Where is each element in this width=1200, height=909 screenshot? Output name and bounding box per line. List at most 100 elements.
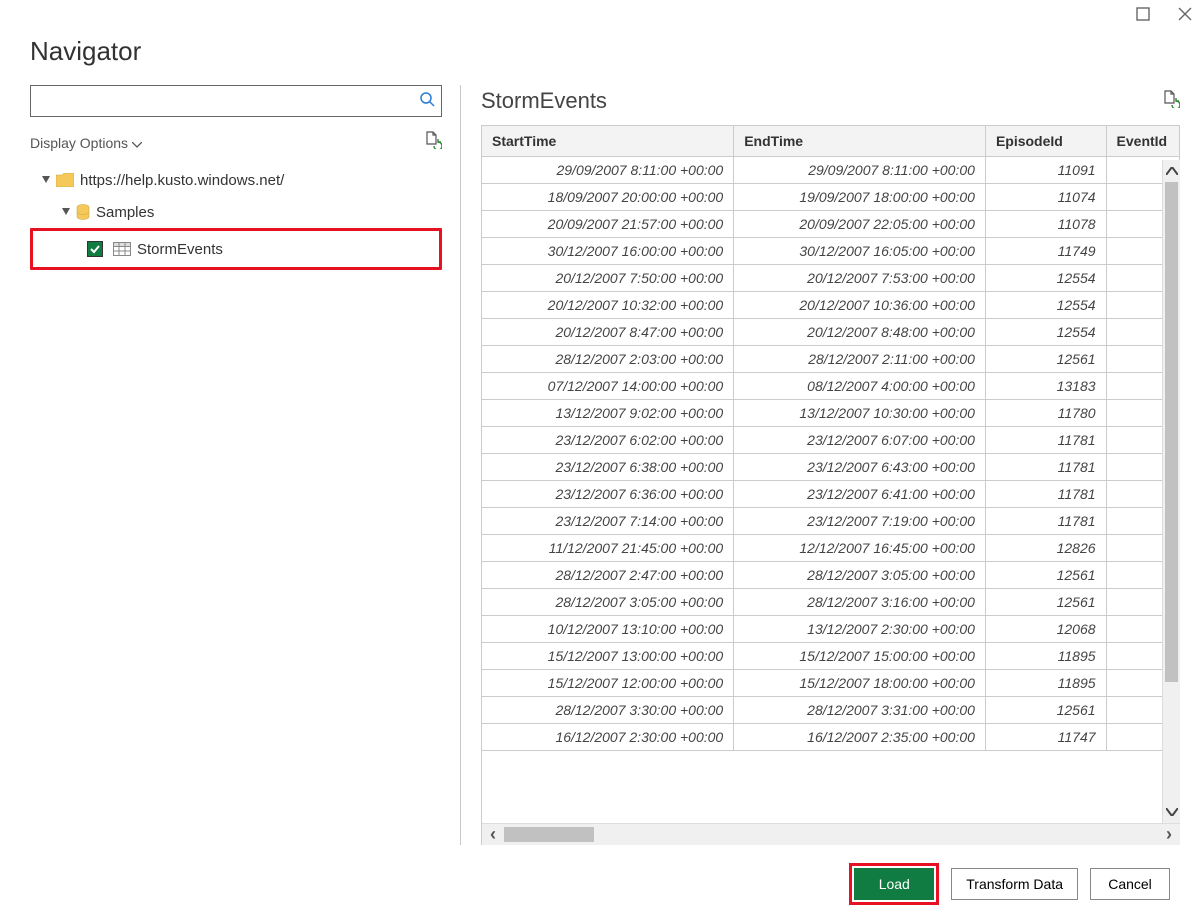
left-pane: Display Options bbox=[0, 85, 460, 845]
table-cell: 08/12/2007 4:00:00 +00:00 bbox=[734, 373, 986, 400]
scroll-track[interactable] bbox=[1163, 182, 1180, 801]
table-row[interactable]: 29/09/2007 8:11:00 +00:0029/09/2007 8:11… bbox=[482, 157, 1180, 184]
table-row[interactable]: 20/12/2007 7:50:00 +00:0020/12/2007 7:53… bbox=[482, 265, 1180, 292]
table-cell: 15/12/2007 18:00:00 +00:00 bbox=[734, 670, 986, 697]
table-cell: 20/12/2007 10:32:00 +00:00 bbox=[482, 292, 734, 319]
refresh-icon[interactable] bbox=[424, 131, 442, 154]
table-cell: 30/12/2007 16:00:00 +00:00 bbox=[482, 238, 734, 265]
table-cell: 11781 bbox=[985, 508, 1106, 535]
scroll-track[interactable] bbox=[504, 824, 1158, 845]
preview-title: StormEvents bbox=[481, 88, 607, 114]
table-cell: 23/12/2007 7:19:00 +00:00 bbox=[734, 508, 986, 535]
table-row[interactable]: 23/12/2007 6:02:00 +00:0023/12/2007 6:07… bbox=[482, 427, 1180, 454]
vertical-scrollbar[interactable] bbox=[1162, 160, 1180, 823]
table-row[interactable]: 30/12/2007 16:00:00 +00:0030/12/2007 16:… bbox=[482, 238, 1180, 265]
table-cell: 11781 bbox=[985, 427, 1106, 454]
table-cell: 20/12/2007 8:47:00 +00:00 bbox=[482, 319, 734, 346]
preview-table: StartTimeEndTimeEpisodeIdEventId 29/09/2… bbox=[481, 125, 1180, 845]
table-cell: 18/09/2007 20:00:00 +00:00 bbox=[482, 184, 734, 211]
scroll-down-icon[interactable] bbox=[1163, 801, 1180, 823]
footer: Load Transform Data Cancel bbox=[0, 845, 1200, 905]
table-cell: 13/12/2007 2:30:00 +00:00 bbox=[734, 616, 986, 643]
table-cell: 10/12/2007 13:10:00 +00:00 bbox=[482, 616, 734, 643]
table-cell: 13/12/2007 10:30:00 +00:00 bbox=[734, 400, 986, 427]
column-header[interactable]: StartTime bbox=[482, 126, 734, 157]
close-icon[interactable] bbox=[1178, 7, 1192, 21]
table-row[interactable]: 23/12/2007 6:38:00 +00:0023/12/2007 6:43… bbox=[482, 454, 1180, 481]
maximize-icon[interactable] bbox=[1136, 7, 1150, 21]
table-row[interactable]: 10/12/2007 13:10:00 +00:0013/12/2007 2:3… bbox=[482, 616, 1180, 643]
table-row[interactable]: 23/12/2007 6:36:00 +00:0023/12/2007 6:41… bbox=[482, 481, 1180, 508]
table-row[interactable]: 28/12/2007 2:47:00 +00:0028/12/2007 3:05… bbox=[482, 562, 1180, 589]
column-header[interactable]: EndTime bbox=[734, 126, 986, 157]
table-row[interactable]: 28/12/2007 3:05:00 +00:0028/12/2007 3:16… bbox=[482, 589, 1180, 616]
horizontal-scrollbar[interactable]: ‹ › bbox=[482, 823, 1180, 845]
display-options-dropdown[interactable]: Display Options bbox=[30, 135, 142, 151]
window-title: Navigator bbox=[0, 28, 1200, 85]
scroll-thumb[interactable] bbox=[1165, 182, 1178, 682]
titlebar bbox=[0, 0, 1200, 28]
search-box[interactable] bbox=[30, 85, 442, 117]
table-cell: 23/12/2007 7:14:00 +00:00 bbox=[482, 508, 734, 535]
table-cell: 20/12/2007 7:50:00 +00:00 bbox=[482, 265, 734, 292]
table-cell: 11781 bbox=[985, 454, 1106, 481]
table-cell: 11895 bbox=[985, 670, 1106, 697]
tree-table-stormevents[interactable]: StormEvents bbox=[37, 233, 435, 265]
table-cell: 30/12/2007 16:05:00 +00:00 bbox=[734, 238, 986, 265]
column-header[interactable]: EpisodeId bbox=[985, 126, 1106, 157]
database-icon bbox=[76, 204, 90, 220]
scroll-up-icon[interactable] bbox=[1163, 160, 1180, 182]
table-cell: 19/09/2007 18:00:00 +00:00 bbox=[734, 184, 986, 211]
table-row[interactable]: 20/09/2007 21:57:00 +00:0020/09/2007 22:… bbox=[482, 211, 1180, 238]
table-cell: 11749 bbox=[985, 238, 1106, 265]
transform-data-button[interactable]: Transform Data bbox=[951, 868, 1078, 900]
table-cell: 20/09/2007 22:05:00 +00:00 bbox=[734, 211, 986, 238]
table-cell: 11/12/2007 21:45:00 +00:00 bbox=[482, 535, 734, 562]
refresh-preview-icon[interactable] bbox=[1162, 90, 1180, 113]
table-row[interactable]: 28/12/2007 2:03:00 +00:0028/12/2007 2:11… bbox=[482, 346, 1180, 373]
folder-icon bbox=[56, 173, 74, 187]
collapse-icon[interactable] bbox=[40, 176, 52, 184]
table-row[interactable]: 15/12/2007 13:00:00 +00:0015/12/2007 15:… bbox=[482, 643, 1180, 670]
table-cell: 12554 bbox=[985, 319, 1106, 346]
table-row[interactable]: 11/12/2007 21:45:00 +00:0012/12/2007 16:… bbox=[482, 535, 1180, 562]
table-row[interactable]: 13/12/2007 9:02:00 +00:0013/12/2007 10:3… bbox=[482, 400, 1180, 427]
table-row[interactable]: 07/12/2007 14:00:00 +00:0008/12/2007 4:0… bbox=[482, 373, 1180, 400]
search-input[interactable] bbox=[37, 92, 419, 110]
tree-database-label: Samples bbox=[96, 204, 154, 221]
table-cell: 15/12/2007 12:00:00 +00:00 bbox=[482, 670, 734, 697]
tree-root[interactable]: https://help.kusto.windows.net/ bbox=[30, 164, 442, 196]
table-cell: 07/12/2007 14:00:00 +00:00 bbox=[482, 373, 734, 400]
table-cell: 12068 bbox=[985, 616, 1106, 643]
tree-database[interactable]: Samples bbox=[30, 196, 442, 228]
table-cell: 28/12/2007 3:16:00 +00:00 bbox=[734, 589, 986, 616]
scroll-thumb[interactable] bbox=[504, 827, 594, 842]
table-cell: 23/12/2007 6:02:00 +00:00 bbox=[482, 427, 734, 454]
table-cell: 28/12/2007 2:47:00 +00:00 bbox=[482, 562, 734, 589]
table-row[interactable]: 23/12/2007 7:14:00 +00:0023/12/2007 7:19… bbox=[482, 508, 1180, 535]
load-button[interactable]: Load bbox=[854, 868, 934, 900]
tree-root-label: https://help.kusto.windows.net/ bbox=[80, 172, 284, 189]
highlight-annotation: Load bbox=[849, 863, 939, 905]
collapse-icon[interactable] bbox=[60, 208, 72, 216]
table-cell: 20/09/2007 21:57:00 +00:00 bbox=[482, 211, 734, 238]
table-cell: 23/12/2007 6:43:00 +00:00 bbox=[734, 454, 986, 481]
scroll-left-icon[interactable]: ‹ bbox=[482, 824, 504, 845]
search-icon[interactable] bbox=[419, 91, 435, 112]
table-row[interactable]: 18/09/2007 20:00:00 +00:0019/09/2007 18:… bbox=[482, 184, 1180, 211]
scroll-right-icon[interactable]: › bbox=[1158, 824, 1180, 845]
table-cell: 11747 bbox=[985, 724, 1106, 751]
table-cell: 23/12/2007 6:38:00 +00:00 bbox=[482, 454, 734, 481]
table-cell: 16/12/2007 2:35:00 +00:00 bbox=[734, 724, 986, 751]
table-cell: 28/12/2007 3:30:00 +00:00 bbox=[482, 697, 734, 724]
table-cell: 15/12/2007 13:00:00 +00:00 bbox=[482, 643, 734, 670]
table-row[interactable]: 28/12/2007 3:30:00 +00:0028/12/2007 3:31… bbox=[482, 697, 1180, 724]
navigator-tree: https://help.kusto.windows.net/ Samples bbox=[30, 164, 442, 270]
column-header[interactable]: EventId bbox=[1106, 126, 1179, 157]
cancel-button[interactable]: Cancel bbox=[1090, 868, 1170, 900]
table-row[interactable]: 20/12/2007 8:47:00 +00:0020/12/2007 8:48… bbox=[482, 319, 1180, 346]
table-row[interactable]: 15/12/2007 12:00:00 +00:0015/12/2007 18:… bbox=[482, 670, 1180, 697]
table-row[interactable]: 16/12/2007 2:30:00 +00:0016/12/2007 2:35… bbox=[482, 724, 1180, 751]
checkbox-checked[interactable] bbox=[87, 241, 103, 257]
table-row[interactable]: 20/12/2007 10:32:00 +00:0020/12/2007 10:… bbox=[482, 292, 1180, 319]
